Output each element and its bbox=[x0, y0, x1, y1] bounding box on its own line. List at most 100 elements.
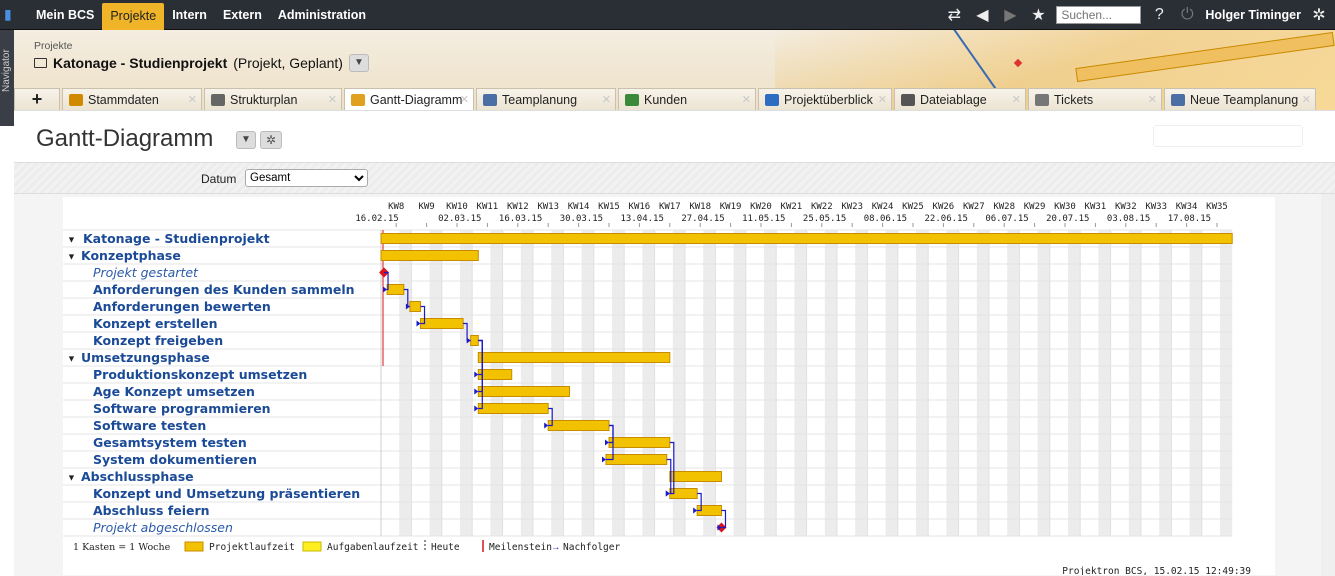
gantt-row-label[interactable]: Anforderungen des Kunden sammeln bbox=[93, 282, 355, 297]
menu-mein-bcs[interactable]: Mein BCS bbox=[28, 0, 102, 30]
menu-intern[interactable]: Intern bbox=[164, 0, 215, 30]
gantt-bar[interactable] bbox=[380, 233, 1233, 244]
gantt-row-label[interactable]: Konzept und Umsetzung präsentieren bbox=[93, 486, 360, 501]
gantt-bar[interactable] bbox=[380, 250, 479, 261]
tab-strukturplan[interactable]: Strukturplan ✕ bbox=[204, 88, 342, 110]
navigator-handle[interactable]: Navigator bbox=[0, 30, 14, 126]
successor-arrowhead bbox=[416, 320, 421, 327]
gantt-bar[interactable] bbox=[669, 471, 722, 482]
refresh-icon[interactable]: ⇄ bbox=[944, 5, 964, 25]
settings-gear-button[interactable]: ✲ bbox=[260, 131, 282, 149]
gantt-bar[interactable] bbox=[420, 318, 464, 329]
gantt-row-label[interactable]: Software programmieren bbox=[93, 401, 271, 416]
title-dropdown-button[interactable]: ▼ bbox=[236, 131, 256, 149]
date-label: 25.05.15 bbox=[803, 214, 846, 224]
gantt-row-label[interactable]: Konzept erstellen bbox=[93, 316, 217, 331]
help-button[interactable]: ? bbox=[1149, 6, 1169, 24]
close-tab-icon[interactable]: ✕ bbox=[602, 93, 611, 106]
week-label: KW20 bbox=[750, 202, 772, 212]
gantt-bar[interactable] bbox=[608, 437, 671, 448]
tab-teamplanung[interactable]: Teamplanung ✕ bbox=[476, 88, 616, 110]
gantt-row-label[interactable]: Konzept freigeben bbox=[93, 333, 223, 348]
gantt-row-label[interactable]: Projekt abgeschlossen bbox=[93, 520, 233, 535]
gantt-row-label[interactable]: Abschlussphase bbox=[81, 469, 194, 484]
tab-label: Gantt-Diagramm bbox=[370, 92, 463, 107]
gantt-row-label[interactable]: Konzeptphase bbox=[81, 248, 181, 263]
gantt-row-label[interactable]: Umsetzungsphase bbox=[81, 350, 210, 365]
tab-gantt-diagramm[interactable]: Gantt-Diagramm ✕ bbox=[344, 88, 474, 110]
gantt-row-label[interactable]: Age Konzept umsetzen bbox=[93, 384, 255, 399]
favorite-star-icon[interactable]: ★ bbox=[1028, 5, 1048, 25]
gantt-bar[interactable] bbox=[477, 403, 549, 414]
menu-administration[interactable]: Administration bbox=[270, 0, 374, 30]
page-search-box[interactable] bbox=[1153, 125, 1303, 147]
forward-arrow-icon[interactable]: ▶ bbox=[1000, 5, 1020, 25]
close-tab-icon[interactable]: ✕ bbox=[742, 93, 751, 106]
tab-tickets[interactable]: Tickets ✕ bbox=[1028, 88, 1162, 110]
tab-projektüberblick[interactable]: Projektüberblick ✕ bbox=[758, 88, 892, 110]
date-label: 13.04.15 bbox=[621, 214, 664, 224]
project-dropdown-button[interactable]: ▼ bbox=[348, 54, 369, 72]
gantt-row-label[interactable]: Abschluss feiern bbox=[93, 503, 210, 518]
gantt-row-label[interactable]: System dokumentieren bbox=[93, 452, 257, 467]
close-tab-icon[interactable]: ✕ bbox=[1148, 93, 1157, 106]
gantt-row-label[interactable]: Gesamtsystem testen bbox=[93, 435, 247, 450]
week-label: KW11 bbox=[477, 202, 499, 212]
top-menu-bar: ▮ Mein BCS Projekte Intern Extern Admini… bbox=[0, 0, 1335, 30]
right-margin bbox=[1321, 194, 1335, 576]
user-name[interactable]: Holger Timinger bbox=[1205, 8, 1301, 22]
date-label: 27.04.15 bbox=[681, 214, 724, 224]
gantt-bar[interactable] bbox=[386, 284, 405, 295]
successor-arrowhead bbox=[474, 388, 479, 395]
legend-projektlaufzeit: Projektlaufzeit bbox=[209, 542, 295, 553]
footer-timestamp: Projektron BCS, 15.02.15 12:49:39 bbox=[1062, 566, 1251, 575]
successor-arrowhead bbox=[665, 490, 670, 497]
gantt-bar[interactable] bbox=[547, 420, 610, 431]
week-label: KW28 bbox=[993, 202, 1015, 212]
menu-extern[interactable]: Extern bbox=[215, 0, 270, 30]
gantt-row-label[interactable]: Produktionskonzept umsetzen bbox=[93, 367, 307, 382]
gantt-row-label[interactable]: Anforderungen bewerten bbox=[93, 299, 271, 314]
tools-icon bbox=[1035, 93, 1049, 106]
collapse-triangle-icon[interactable]: ▼ bbox=[67, 473, 76, 483]
collapse-triangle-icon[interactable]: ▼ bbox=[67, 354, 76, 364]
tab-dateiablage[interactable]: Dateiablage ✕ bbox=[894, 88, 1026, 110]
close-tab-icon[interactable]: ✕ bbox=[188, 93, 197, 106]
date-filter-select[interactable]: Gesamt bbox=[245, 169, 368, 187]
tree-icon bbox=[211, 93, 225, 106]
tab-label: Teamplanung bbox=[502, 92, 578, 107]
menu-projekte[interactable]: Projekte bbox=[102, 3, 165, 30]
collapse-triangle-icon[interactable]: ▼ bbox=[67, 235, 76, 245]
app-logo-icon[interactable]: ▮ bbox=[4, 6, 20, 22]
tab-stammdaten[interactable]: Stammdaten ✕ bbox=[62, 88, 202, 110]
gear-icon[interactable]: ✲ bbox=[1309, 5, 1329, 25]
date-label: 30.03.15 bbox=[560, 214, 603, 224]
gantt-row-label[interactable]: Katonage - Studienprojekt bbox=[83, 231, 270, 246]
gantt-bar[interactable] bbox=[477, 386, 570, 397]
close-tab-icon[interactable]: ✕ bbox=[328, 93, 337, 106]
week-label: KW30 bbox=[1054, 202, 1076, 212]
power-icon[interactable]: ⏻ bbox=[1177, 6, 1197, 24]
week-label: KW29 bbox=[1024, 202, 1046, 212]
close-tab-icon[interactable]: ✕ bbox=[460, 93, 469, 106]
close-tab-icon[interactable]: ✕ bbox=[878, 93, 887, 106]
search-input[interactable] bbox=[1056, 6, 1142, 24]
back-arrow-icon[interactable]: ◀ bbox=[972, 5, 992, 25]
breadcrumb[interactable]: Projekte bbox=[34, 40, 73, 52]
collapse-triangle-icon[interactable]: ▼ bbox=[67, 252, 76, 262]
date-label: 17.08.15 bbox=[1168, 214, 1211, 224]
week-label: KW27 bbox=[963, 202, 985, 212]
gantt-row-label[interactable]: Software testen bbox=[93, 418, 206, 433]
gantt-bar[interactable] bbox=[477, 369, 513, 380]
gantt-bar[interactable] bbox=[477, 352, 671, 363]
tab-kunden[interactable]: Kunden ✕ bbox=[618, 88, 756, 110]
close-tab-icon[interactable]: ✕ bbox=[1012, 93, 1021, 106]
gantt-bar[interactable] bbox=[470, 335, 479, 346]
gantt-row-label[interactable]: Projekt gestartet bbox=[93, 265, 199, 280]
gantt-bar[interactable] bbox=[409, 301, 422, 312]
close-tab-icon[interactable]: ✕ bbox=[1302, 93, 1311, 106]
tab-neue-teamplanung[interactable]: Neue Teamplanung ✕ bbox=[1164, 88, 1316, 110]
gantt-bar[interactable] bbox=[605, 454, 668, 465]
page-header: Gantt-Diagramm ▼ ✲ bbox=[14, 110, 1335, 162]
add-tab-button[interactable]: + bbox=[14, 88, 60, 110]
